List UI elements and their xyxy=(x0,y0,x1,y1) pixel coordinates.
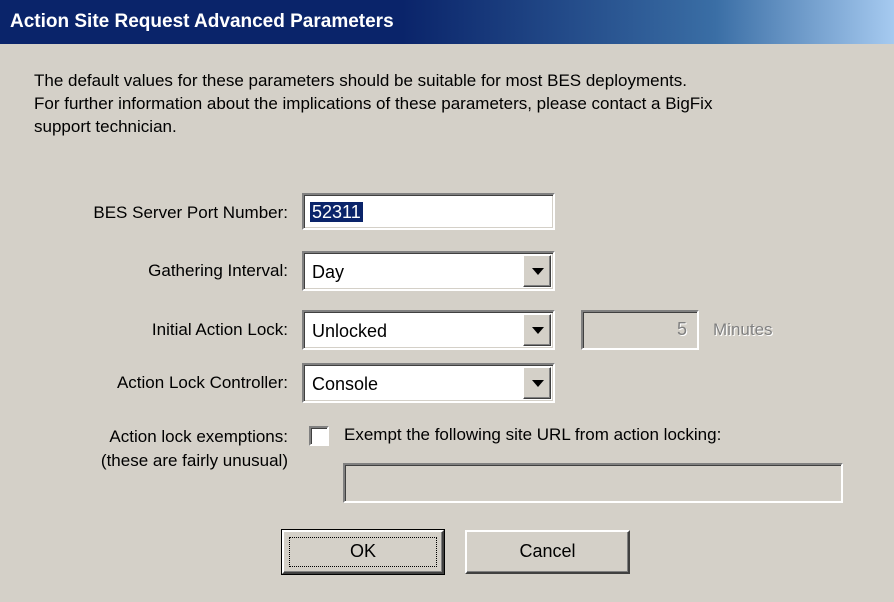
port-input[interactable]: 52311 xyxy=(302,193,555,230)
chevron-down-icon xyxy=(532,380,544,387)
minutes-input: 5 xyxy=(581,310,699,350)
focus-indicator xyxy=(289,537,437,567)
initial-lock-dropdown-button[interactable] xyxy=(523,314,551,346)
window-title: Action Site Request Advanced Parameters xyxy=(10,11,394,32)
chevron-down-icon xyxy=(532,268,544,275)
exempt-checkbox[interactable] xyxy=(309,426,329,446)
intro-text: The default values for these parameters … xyxy=(34,69,874,138)
initial-lock-value: Unlocked xyxy=(312,321,388,341)
cancel-button-label: Cancel xyxy=(519,541,576,561)
lock-controller-label: Action Lock Controller: xyxy=(116,373,288,392)
exempt-url-input xyxy=(343,463,843,503)
exemptions-sublabel: (these are fairly unusual) xyxy=(100,451,288,470)
intro-line-3: support technician. xyxy=(34,117,177,136)
port-value: 52311 xyxy=(310,202,363,222)
gathering-interval-select[interactable]: Day xyxy=(302,251,555,291)
cancel-button[interactable]: Cancel xyxy=(465,530,630,574)
gathering-value: Day xyxy=(312,262,345,282)
minutes-label: Minutes xyxy=(713,320,773,339)
chevron-down-icon xyxy=(532,327,544,334)
gathering-label: Gathering Interval: xyxy=(148,261,288,280)
title-bar: Action Site Request Advanced Parameters xyxy=(0,0,894,44)
lock-controller-dropdown-button[interactable] xyxy=(523,367,551,399)
ok-button[interactable]: OK xyxy=(281,529,445,575)
initial-lock-label: Initial Action Lock: xyxy=(151,320,288,339)
exemptions-label: Action lock exemptions: xyxy=(109,427,288,446)
intro-line-2: For further information about the implic… xyxy=(34,94,713,113)
port-label: BES Server Port Number: xyxy=(93,203,288,222)
intro-line-1: The default values for these parameters … xyxy=(34,71,687,90)
gathering-dropdown-button[interactable] xyxy=(523,255,551,287)
lock-controller-value: Console xyxy=(312,374,379,394)
dialog-window: Action Site Request Advanced Parameters … xyxy=(0,0,894,602)
minutes-value: 5 xyxy=(676,319,687,339)
exempt-checkbox-label[interactable]: Exempt the following site URL from actio… xyxy=(344,425,721,445)
lock-controller-select[interactable]: Console xyxy=(302,363,555,403)
initial-lock-select[interactable]: Unlocked xyxy=(302,310,555,350)
